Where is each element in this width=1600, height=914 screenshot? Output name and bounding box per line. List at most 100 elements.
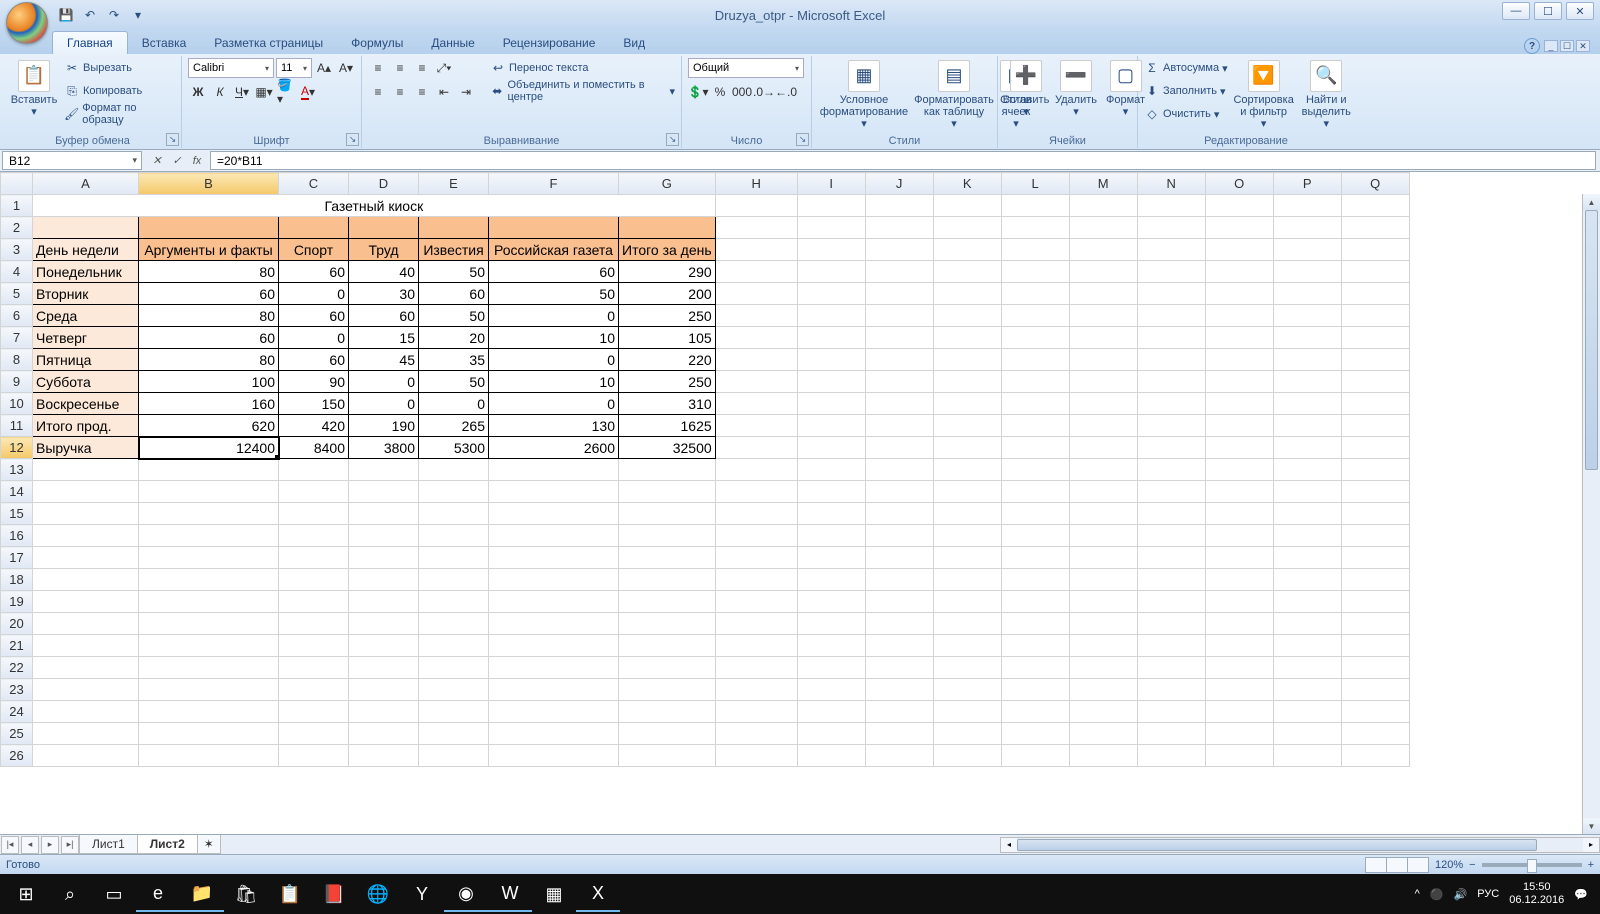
scroll-down[interactable]: ▼: [1583, 818, 1600, 834]
cell-P22[interactable]: [1273, 657, 1341, 679]
tab-review[interactable]: Рецензирование: [489, 32, 610, 54]
cell-C20[interactable]: [279, 613, 349, 635]
cell-G4[interactable]: 290: [619, 261, 716, 283]
cell-F6[interactable]: 0: [489, 305, 619, 327]
cell-I5[interactable]: [797, 283, 865, 305]
cell-E19[interactable]: [419, 591, 489, 613]
cell-Q4[interactable]: [1341, 261, 1409, 283]
cell-L1[interactable]: [1001, 195, 1069, 217]
cell-A5[interactable]: Вторник: [33, 283, 139, 305]
cell-G10[interactable]: 310: [619, 393, 716, 415]
cell-K15[interactable]: [933, 503, 1001, 525]
col-header-C[interactable]: C: [279, 173, 349, 195]
cell-C13[interactable]: [279, 459, 349, 481]
cell-O19[interactable]: [1205, 591, 1273, 613]
cell-F20[interactable]: [489, 613, 619, 635]
cell-O1[interactable]: [1205, 195, 1273, 217]
cell-D4[interactable]: 40: [349, 261, 419, 283]
cell-A18[interactable]: [33, 569, 139, 591]
cell-B8[interactable]: 80: [139, 349, 279, 371]
cell-F16[interactable]: [489, 525, 619, 547]
cell-C9[interactable]: 90: [279, 371, 349, 393]
row-header-2[interactable]: 2: [1, 217, 33, 239]
cell-P10[interactable]: [1273, 393, 1341, 415]
cell-B17[interactable]: [139, 547, 279, 569]
cell-M8[interactable]: [1069, 349, 1137, 371]
cell-C6[interactable]: 60: [279, 305, 349, 327]
cell-M17[interactable]: [1069, 547, 1137, 569]
row-header-18[interactable]: 18: [1, 569, 33, 591]
search-button[interactable]: ⌕: [48, 876, 92, 912]
cell-M10[interactable]: [1069, 393, 1137, 415]
cell-Q25[interactable]: [1341, 723, 1409, 745]
cell-I15[interactable]: [797, 503, 865, 525]
cell-B23[interactable]: [139, 679, 279, 701]
cell-A25[interactable]: [33, 723, 139, 745]
cell-O24[interactable]: [1205, 701, 1273, 723]
cell-N23[interactable]: [1137, 679, 1205, 701]
cell-Q3[interactable]: [1341, 239, 1409, 261]
cell-E10[interactable]: 0: [419, 393, 489, 415]
cell-I19[interactable]: [797, 591, 865, 613]
cell-C18[interactable]: [279, 569, 349, 591]
header-cell[interactable]: Аргументы и факты: [139, 239, 279, 261]
cell-J26[interactable]: [865, 745, 933, 767]
cell-J4[interactable]: [865, 261, 933, 283]
cell-E25[interactable]: [419, 723, 489, 745]
close-button[interactable]: ✕: [1566, 2, 1594, 20]
cell-N4[interactable]: [1137, 261, 1205, 283]
header-cell[interactable]: Спорт: [279, 239, 349, 261]
cell-M25[interactable]: [1069, 723, 1137, 745]
cell-P4[interactable]: [1273, 261, 1341, 283]
cell-K10[interactable]: [933, 393, 1001, 415]
indent-inc[interactable]: ⇥: [456, 82, 476, 102]
cell-K5[interactable]: [933, 283, 1001, 305]
cell-P13[interactable]: [1273, 459, 1341, 481]
cell-B5[interactable]: 60: [139, 283, 279, 305]
cell-P20[interactable]: [1273, 613, 1341, 635]
cell-E24[interactable]: [419, 701, 489, 723]
cell-M21[interactable]: [1069, 635, 1137, 657]
cell-O18[interactable]: [1205, 569, 1273, 591]
cell-O6[interactable]: [1205, 305, 1273, 327]
cell[interactable]: [139, 217, 279, 239]
cell-D21[interactable]: [349, 635, 419, 657]
scroll-left[interactable]: ◂: [1001, 838, 1017, 852]
cell-N24[interactable]: [1137, 701, 1205, 723]
cell-A16[interactable]: [33, 525, 139, 547]
cell-Q6[interactable]: [1341, 305, 1409, 327]
cell-E15[interactable]: [419, 503, 489, 525]
hscroll-thumb[interactable]: [1017, 839, 1537, 851]
cell-P18[interactable]: [1273, 569, 1341, 591]
cell-M20[interactable]: [1069, 613, 1137, 635]
bold-button[interactable]: Ж: [188, 82, 208, 102]
cell-C7[interactable]: 0: [279, 327, 349, 349]
tray-network[interactable]: ⚫: [1430, 888, 1444, 901]
format-painter-button[interactable]: 🖌Формат по образцу: [64, 104, 175, 124]
nav-next[interactable]: ▸: [41, 836, 59, 854]
col-header-G[interactable]: G: [619, 173, 716, 195]
row-header-21[interactable]: 21: [1, 635, 33, 657]
cell-O4[interactable]: [1205, 261, 1273, 283]
fx-button[interactable]: fx: [188, 152, 206, 170]
cell-I22[interactable]: [797, 657, 865, 679]
cell-K21[interactable]: [933, 635, 1001, 657]
cell-D12[interactable]: 3800: [349, 437, 419, 459]
cell-O7[interactable]: [1205, 327, 1273, 349]
cell-J6[interactable]: [865, 305, 933, 327]
sheet-tab-2[interactable]: Лист2: [137, 835, 198, 854]
cell-P6[interactable]: [1273, 305, 1341, 327]
explorer-icon[interactable]: 📁: [180, 876, 224, 912]
cell-N2[interactable]: [1137, 217, 1205, 239]
cell-F24[interactable]: [489, 701, 619, 723]
row-header-17[interactable]: 17: [1, 547, 33, 569]
cell-M24[interactable]: [1069, 701, 1137, 723]
cell-I8[interactable]: [797, 349, 865, 371]
col-header-O[interactable]: O: [1205, 173, 1273, 195]
cell-M19[interactable]: [1069, 591, 1137, 613]
cell-B21[interactable]: [139, 635, 279, 657]
help-icon[interactable]: ?: [1524, 38, 1540, 54]
cell-E22[interactable]: [419, 657, 489, 679]
cell-N20[interactable]: [1137, 613, 1205, 635]
cell-I2[interactable]: [797, 217, 865, 239]
